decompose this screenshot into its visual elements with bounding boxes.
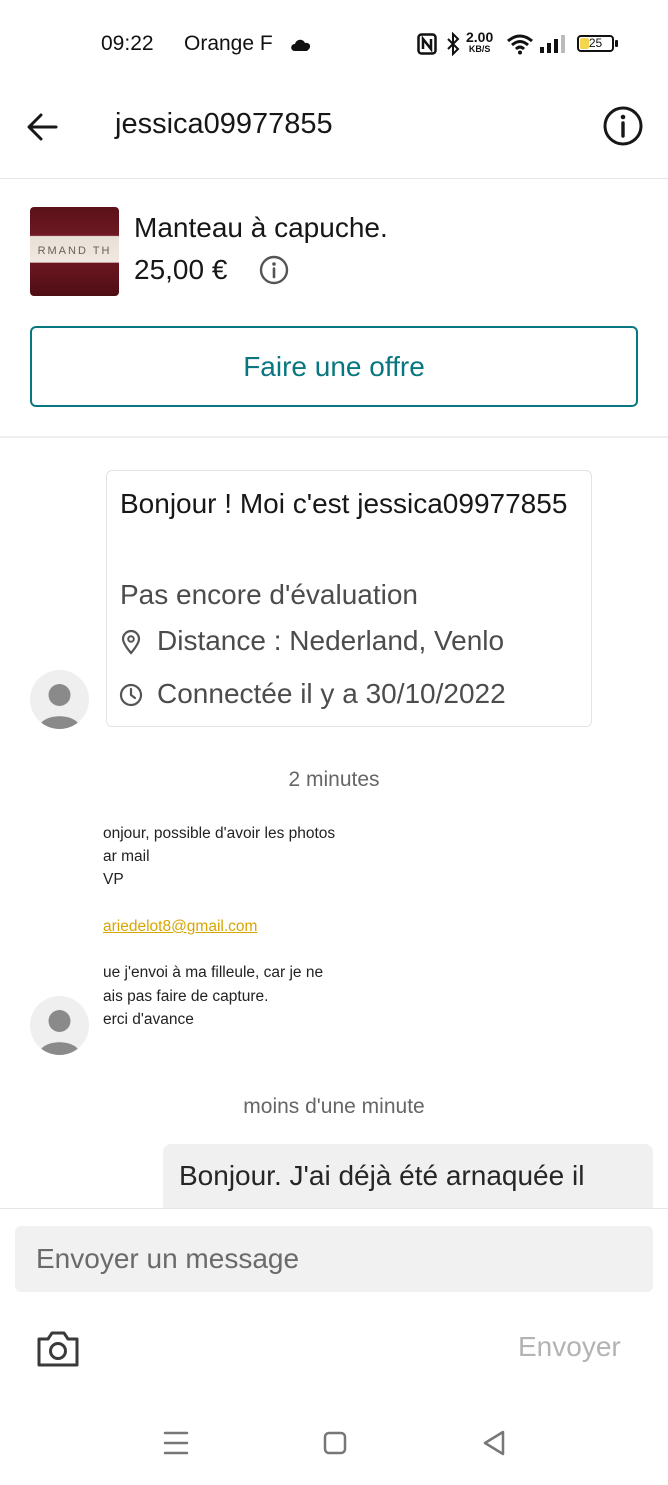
profile-last-seen: Connectée il y a 30/10/2022 bbox=[157, 678, 506, 709]
image-message-line: erci d'avance bbox=[103, 1011, 194, 1028]
avatar[interactable] bbox=[30, 670, 89, 729]
battery-tip bbox=[615, 40, 618, 47]
image-message-email: ariedelot8@gmail.com bbox=[103, 918, 258, 935]
user-avatar-icon bbox=[39, 1010, 80, 1055]
battery-icon: 25 bbox=[577, 35, 614, 52]
image-message-line: VP bbox=[103, 871, 124, 888]
section-divider bbox=[0, 436, 668, 438]
conversation-info-button[interactable] bbox=[600, 103, 646, 149]
avatar[interactable] bbox=[30, 996, 89, 1055]
thumbnail-label: RMAND TH bbox=[37, 245, 112, 257]
signal-icon bbox=[540, 35, 565, 53]
status-bar: 09:22 Orange F 2.00 KB/S 25 bbox=[0, 0, 668, 90]
status-carrier: Orange F bbox=[184, 32, 273, 55]
status-time: 09:22 bbox=[101, 32, 154, 55]
conversation-header: jessica09977855 bbox=[0, 90, 668, 179]
item-title[interactable]: Manteau à capuche. bbox=[134, 212, 388, 244]
arrow-left-icon bbox=[27, 113, 58, 141]
item-price: 25,00 € bbox=[134, 254, 228, 285]
network-speed: 2.00 KB/S bbox=[466, 30, 493, 54]
send-button[interactable]: Envoyer bbox=[518, 1331, 621, 1363]
wifi-icon bbox=[507, 34, 533, 55]
profile-greeting: Bonjour ! Moi c'est jessica09977855 bbox=[120, 488, 568, 519]
location-pin-icon bbox=[121, 629, 141, 655]
info-circle-icon bbox=[603, 106, 643, 146]
user-avatar-icon bbox=[39, 684, 80, 729]
camera-icon bbox=[37, 1331, 79, 1367]
nfc-icon bbox=[417, 33, 437, 55]
image-message[interactable]: onjour, possible d'avoir les photos ar m… bbox=[103, 822, 363, 1037]
item-thumbnail[interactable]: RMAND TH bbox=[30, 207, 119, 296]
make-offer-button[interactable]: Faire une offre bbox=[30, 326, 638, 407]
image-message-line: ar mail bbox=[103, 848, 150, 865]
network-speed-value: 2.00 bbox=[466, 29, 494, 45]
conversation-title[interactable]: jessica09977855 bbox=[115, 108, 333, 141]
image-message-line: ue j'envoi à ma filleule, car je ne bbox=[103, 964, 324, 981]
image-message-line: onjour, possible d'avoir les photos bbox=[103, 825, 336, 842]
back-nav-icon[interactable] bbox=[481, 1428, 507, 1458]
message-timestamp: 2 minutes bbox=[288, 768, 380, 791]
bluetooth-icon bbox=[447, 32, 460, 56]
camera-button[interactable] bbox=[35, 1329, 81, 1369]
home-nav-icon[interactable] bbox=[322, 1428, 348, 1458]
back-button[interactable] bbox=[22, 106, 64, 148]
menu-nav-icon[interactable] bbox=[163, 1428, 189, 1458]
info-circle-icon bbox=[259, 255, 289, 285]
message-input[interactable] bbox=[15, 1226, 653, 1292]
profile-card: Bonjour ! Moi c'est jessica09977855 Pas … bbox=[106, 470, 592, 727]
outgoing-message-text: Bonjour. J'ai déjà été arnaquée il bbox=[179, 1160, 585, 1191]
battery-percent: 25 bbox=[588, 36, 603, 50]
cloud-icon bbox=[291, 39, 311, 51]
network-speed-unit: KB/S bbox=[468, 44, 491, 54]
message-timestamp: moins d'une minute bbox=[243, 1095, 425, 1118]
image-message-line: ais pas faire de capture. bbox=[103, 988, 269, 1005]
profile-rating: Pas encore d'évaluation bbox=[120, 579, 418, 610]
clock-icon bbox=[119, 683, 143, 707]
price-info-button[interactable] bbox=[258, 254, 290, 286]
profile-distance: Distance : Nederland, Venlo bbox=[157, 625, 505, 656]
